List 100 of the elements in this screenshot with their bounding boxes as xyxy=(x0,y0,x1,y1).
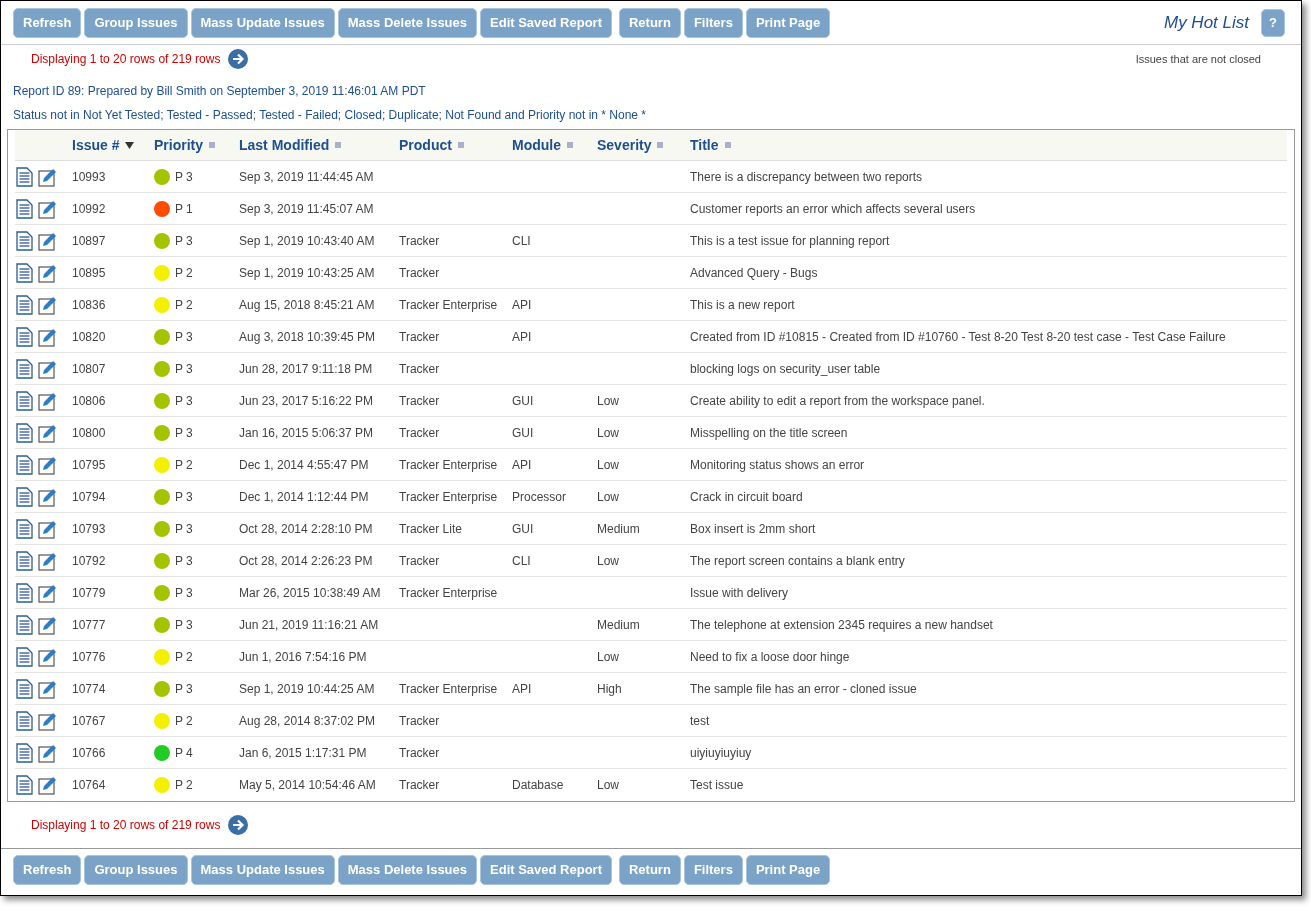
toolbar-button[interactable]: Return xyxy=(619,7,681,38)
document-icon[interactable] xyxy=(16,582,33,603)
filter-criteria: Status not in Not Yet Tested; Tested - Passed; Tested - Failed; Closed; Duplicate; Not Found and Priority not in * None * xyxy=(13,107,648,124)
edit-icon[interactable] xyxy=(38,262,58,283)
toolbar-button[interactable]: Mass Update Issues xyxy=(190,854,335,885)
column-header[interactable]: Issue # xyxy=(72,134,120,156)
table-cell: Tracker xyxy=(399,425,440,440)
document-icon[interactable] xyxy=(16,742,33,763)
toolbar-button[interactable]: Print Page xyxy=(745,7,831,38)
edit-icon[interactable] xyxy=(38,294,58,315)
edit-icon[interactable] xyxy=(38,454,58,475)
table-cell: Create ability to edit a report from the workspace panel. xyxy=(690,393,985,408)
toolbar-button[interactable]: Return xyxy=(619,854,681,885)
document-icon[interactable] xyxy=(16,646,33,667)
table-cell: Tracker xyxy=(399,329,440,344)
table-cell: Low xyxy=(597,393,619,408)
column-header[interactable]: Module xyxy=(512,134,561,156)
table-cell: Sep 3, 2019 11:45:07 AM xyxy=(239,201,374,216)
document-icon[interactable] xyxy=(16,294,33,315)
toolbar-button[interactable]: Refresh xyxy=(13,7,82,38)
table-cell: Medium xyxy=(597,617,640,632)
document-icon[interactable] xyxy=(16,326,33,347)
toolbar-button[interactable]: Print Page xyxy=(745,854,831,885)
edit-icon[interactable] xyxy=(38,358,58,379)
table-cell: 10777 xyxy=(72,617,106,632)
toolbar-button[interactable]: Filters xyxy=(683,854,743,885)
toolbar-button[interactable]: Edit Saved Report xyxy=(480,854,612,885)
document-icon[interactable] xyxy=(16,454,33,475)
document-icon[interactable] xyxy=(16,198,33,219)
table-cell: High xyxy=(597,681,622,696)
sort-descending-icon[interactable] xyxy=(125,141,135,149)
table-cell: Misspelling on the title screen xyxy=(690,425,848,440)
table-cell: Tracker Enterprise xyxy=(399,457,498,472)
table-cell: Low xyxy=(597,425,619,440)
edit-icon[interactable] xyxy=(38,614,58,635)
document-icon[interactable] xyxy=(16,486,33,507)
document-icon[interactable] xyxy=(16,775,33,795)
table-cell: Jan 6, 2015 1:17:31 PM xyxy=(239,745,367,760)
toolbar-button[interactable]: Group Issues xyxy=(84,854,188,885)
table-cell-text: P 3 xyxy=(175,680,193,698)
edit-icon[interactable] xyxy=(38,390,58,411)
document-icon[interactable] xyxy=(16,358,33,379)
toolbar-button[interactable]: Mass Delete Issues xyxy=(337,7,477,38)
table-cell: The report screen contains a blank entry xyxy=(690,553,905,568)
column-header[interactable]: Product xyxy=(399,134,452,156)
toolbar-button[interactable]: Refresh xyxy=(13,854,82,885)
column-header[interactable]: Title xyxy=(690,134,719,156)
edit-icon[interactable] xyxy=(38,678,58,699)
table-cell: API xyxy=(512,681,532,696)
toolbar-button[interactable]: Filters xyxy=(683,7,743,38)
document-icon[interactable] xyxy=(16,390,33,411)
table-cell-text: P 2 xyxy=(175,648,193,666)
edit-icon[interactable] xyxy=(38,550,58,571)
document-icon[interactable] xyxy=(16,422,33,443)
edit-icon[interactable] xyxy=(38,518,58,539)
table-cell-text: P 3 xyxy=(175,360,193,378)
column-header[interactable]: Severity xyxy=(597,134,652,156)
document-icon[interactable] xyxy=(16,678,33,699)
help-button[interactable]: ? xyxy=(1261,8,1285,37)
edit-icon[interactable] xyxy=(38,230,58,251)
table-cell-text: P 2 xyxy=(175,296,193,314)
document-icon[interactable] xyxy=(16,262,33,283)
table-cell: This is a test issue for planning report xyxy=(690,233,890,248)
table-cell: Monitoring status shows an error xyxy=(690,457,865,472)
toolbar-button[interactable]: Mass Update Issues xyxy=(190,7,335,38)
edit-icon[interactable] xyxy=(38,742,58,763)
table-cell-text: P 1 xyxy=(175,200,193,218)
edit-icon[interactable] xyxy=(38,775,58,795)
edit-icon[interactable] xyxy=(38,166,58,187)
edit-icon[interactable] xyxy=(38,326,58,347)
table-cell: Oct 28, 2014 2:26:23 PM xyxy=(239,553,373,568)
table-cell: Sep 1, 2019 10:43:40 AM xyxy=(239,233,375,248)
edit-icon[interactable] xyxy=(38,582,58,603)
table-cell: 10993 xyxy=(72,169,106,184)
edit-icon[interactable] xyxy=(38,198,58,219)
document-icon[interactable] xyxy=(16,550,33,571)
table-cell: uiyiuyiuyiuy xyxy=(690,745,752,760)
table-cell: Tracker xyxy=(399,553,440,568)
table-cell: 10774 xyxy=(72,681,106,696)
column-header[interactable]: Priority xyxy=(154,134,203,156)
table-cell-text: P 3 xyxy=(175,328,193,346)
toolbar-button[interactable]: Edit Saved Report xyxy=(480,7,612,38)
table-cell: 10764 xyxy=(72,778,106,792)
table-cell: GUI xyxy=(512,425,534,440)
table-cell: Tracker xyxy=(399,745,440,760)
edit-icon[interactable] xyxy=(38,646,58,667)
document-icon[interactable] xyxy=(16,614,33,635)
toolbar-button[interactable]: Group Issues xyxy=(84,7,188,38)
table-cell: 10992 xyxy=(72,201,106,216)
document-icon[interactable] xyxy=(16,518,33,539)
table-cell: This is a new report xyxy=(690,297,795,312)
toolbar-button[interactable]: Mass Delete Issues xyxy=(337,854,477,885)
edit-icon[interactable] xyxy=(38,710,58,731)
edit-icon[interactable] xyxy=(38,486,58,507)
document-icon[interactable] xyxy=(16,166,33,187)
document-icon[interactable] xyxy=(16,710,33,731)
table-cell: Processor xyxy=(512,489,567,504)
edit-icon[interactable] xyxy=(38,422,58,443)
document-icon[interactable] xyxy=(16,230,33,251)
column-header[interactable]: Last Modified xyxy=(239,134,330,156)
